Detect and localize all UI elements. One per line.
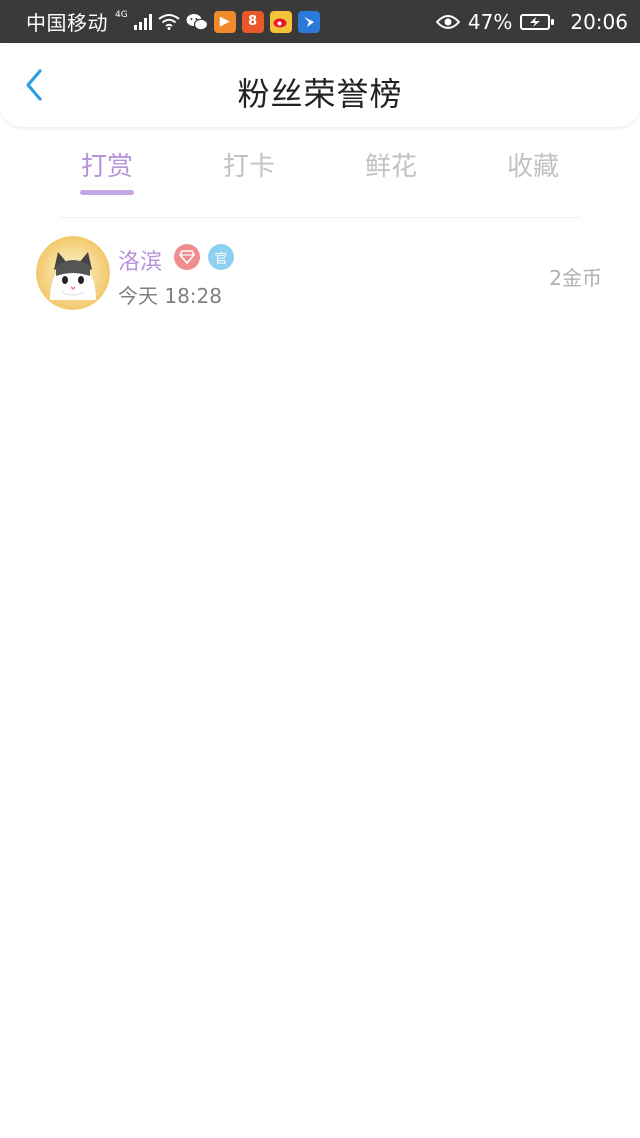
diamond-badge-icon xyxy=(174,244,200,270)
official-badge-icon: 官 xyxy=(208,244,234,270)
video-app-icon: ▶ xyxy=(213,10,236,33)
tab-label: 收藏 xyxy=(506,152,559,182)
wifi-icon xyxy=(158,13,180,30)
app-icon: 8 xyxy=(241,10,264,33)
divider xyxy=(60,217,580,218)
signal-icon xyxy=(133,13,152,30)
tab-flowers[interactable]: 鲜花 xyxy=(320,140,462,200)
status-bar: 中国移动 4G ▶ 8 47% 20:06 xyxy=(0,0,640,43)
wechat-icon xyxy=(186,13,208,31)
timestamp: 今天 18:28 xyxy=(118,284,222,308)
weibo-icon xyxy=(269,10,292,33)
carrier-label: 中国移动 xyxy=(26,11,108,35)
tab-label: 打卡 xyxy=(222,152,275,182)
reward-amount: 2金币 xyxy=(549,266,602,290)
user-name[interactable]: 洛滨 xyxy=(118,244,162,276)
network-type: 4G xyxy=(115,9,128,20)
clock: 20:06 xyxy=(570,9,628,34)
bird-app-icon xyxy=(297,10,320,33)
battery-icon xyxy=(520,13,555,30)
tab-label: 鲜花 xyxy=(364,152,417,182)
active-tab-indicator xyxy=(80,190,134,195)
tab-favorites[interactable]: 收藏 xyxy=(462,140,604,200)
list-item[interactable]: 洛滨 官 今天 18:28 2金币 xyxy=(0,232,640,316)
battery-percent: 47% xyxy=(467,9,513,34)
eye-icon xyxy=(435,14,460,30)
tab-bar: 打赏 打卡 鲜花 收藏 xyxy=(36,140,604,200)
title-bar: 粉丝荣誉榜 xyxy=(0,43,640,127)
tab-label: 打赏 xyxy=(80,152,133,182)
tab-reward[interactable]: 打赏 xyxy=(36,140,178,200)
avatar[interactable] xyxy=(36,236,110,310)
tab-checkin[interactable]: 打卡 xyxy=(178,140,320,200)
page-title: 粉丝荣誉榜 xyxy=(237,75,403,113)
